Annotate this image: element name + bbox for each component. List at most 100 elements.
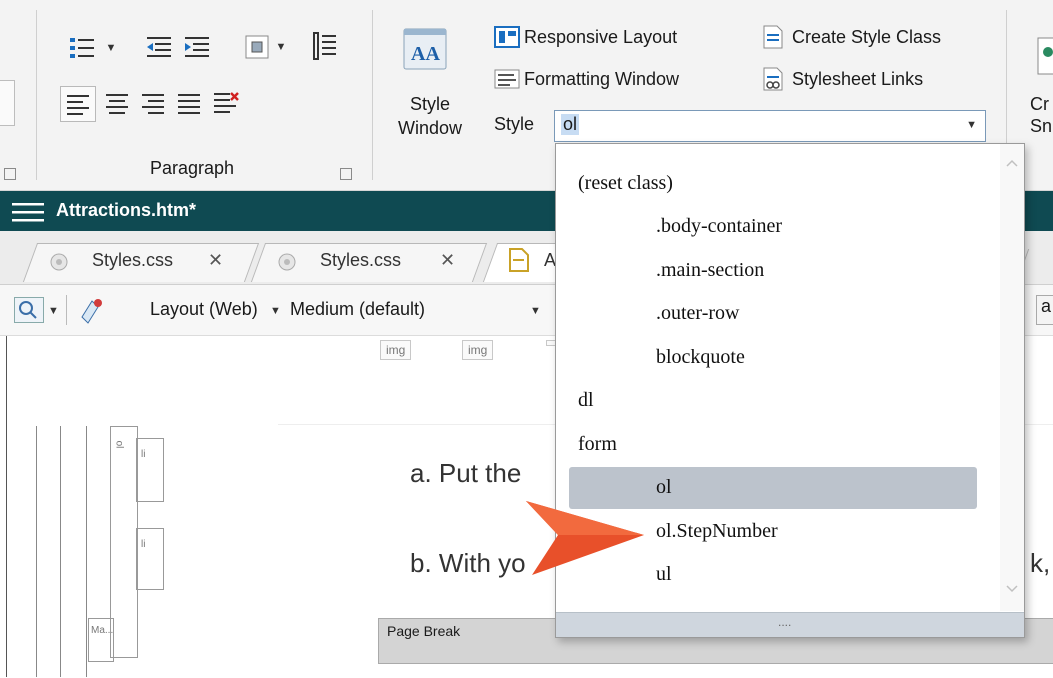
- img-tag-marker[interactable]: img: [380, 340, 412, 360]
- style-option[interactable]: blockquote: [556, 336, 996, 378]
- document-title: Attractions.htm*: [56, 200, 197, 220]
- style-option-label: .outer-row: [656, 302, 740, 324]
- li-structure-block[interactable]: li: [136, 528, 164, 590]
- css-file-icon: [278, 253, 296, 271]
- formatting-window-icon: [494, 69, 520, 89]
- formatting-window-label: Formatting Window: [524, 68, 680, 89]
- chevron-down-icon: ▼: [105, 42, 117, 54]
- style-option[interactable]: dl: [556, 380, 996, 422]
- step-b[interactable]: b. With yo: [410, 548, 526, 579]
- resize-grip-icon: ....: [778, 615, 792, 629]
- dropdown-resize-grip[interactable]: ....: [556, 612, 1024, 637]
- step-a[interactable]: a. Put the: [410, 458, 521, 489]
- toolbar-separator: [66, 295, 67, 325]
- structure-line: [36, 426, 37, 677]
- style-combo-value[interactable]: ol: [561, 114, 580, 135]
- step-b-tail[interactable]: k,: [1030, 548, 1050, 579]
- style-option-label: .main-section: [656, 258, 765, 281]
- style-option[interactable]: form: [556, 423, 996, 465]
- prev-group-dialog-launcher[interactable]: [4, 168, 16, 180]
- svg-text:AA: AA: [411, 43, 440, 65]
- structure-line: [6, 336, 7, 677]
- justify-button[interactable]: [172, 86, 206, 120]
- style-option[interactable]: (reset class): [556, 162, 996, 204]
- create-style-class-button[interactable]: Create Style Class: [760, 22, 941, 52]
- style-combo[interactable]: ol ▼: [554, 110, 986, 142]
- paragraph-box-button[interactable]: [308, 28, 342, 64]
- style-window-label-1: Style: [410, 94, 451, 114]
- style-option-label: form: [578, 432, 617, 455]
- html-file-icon: [509, 248, 529, 272]
- bullet-list-button[interactable]: ▼: [62, 30, 122, 66]
- create-style-class-icon: [763, 25, 783, 49]
- borders-shading-icon: [245, 35, 269, 59]
- structure-line: [60, 426, 61, 677]
- style-option-label: ul: [656, 563, 672, 585]
- clear-alignment-button[interactable]: [208, 86, 244, 120]
- paragraph-dialog-launcher[interactable]: [340, 168, 352, 180]
- clear-alignment-icon: [214, 92, 239, 113]
- ol-structure-block[interactable]: ol: [110, 426, 138, 658]
- align-center-button[interactable]: [100, 86, 134, 120]
- medium-dropdown[interactable]: Medium (default): [290, 299, 425, 320]
- group-separator: [36, 10, 37, 180]
- decrease-indent-icon: [147, 37, 171, 57]
- ribbon-partial-control[interactable]: [0, 80, 15, 126]
- conditions-icon[interactable]: [78, 295, 108, 325]
- align-right-icon: [142, 94, 164, 114]
- li-structure-block[interactable]: li: [136, 438, 164, 502]
- callout-arrow-icon: [526, 501, 644, 575]
- style-window-icon: AA: [403, 28, 447, 70]
- ma-tag: Ma...: [91, 625, 114, 636]
- formatting-window-button[interactable]: Formatting Window: [494, 64, 679, 94]
- style-option-label: dl: [578, 389, 594, 411]
- scroll-down-icon[interactable]: [1006, 584, 1018, 594]
- ol-tag: ol: [113, 440, 125, 449]
- create-snippet-label-1[interactable]: Cr: [1030, 94, 1049, 115]
- increase-indent-button[interactable]: [180, 30, 214, 64]
- align-right-button[interactable]: [136, 86, 170, 120]
- scroll-up-icon[interactable]: [1006, 158, 1018, 168]
- align-left-button[interactable]: [60, 86, 96, 122]
- view-mode-button[interactable]: [14, 297, 44, 323]
- tab-label[interactable]: Styles.css: [92, 250, 173, 271]
- group-separator: [372, 10, 373, 180]
- style-option[interactable]: .outer-row: [556, 293, 996, 335]
- responsive-layout-button[interactable]: Responsive Layout: [494, 22, 677, 52]
- stylesheet-links-icon: [763, 67, 783, 91]
- layout-mode-dropdown[interactable]: Layout (Web): [150, 299, 258, 320]
- decrease-indent-button[interactable]: [142, 30, 176, 64]
- tab-label[interactable]: Styles.css: [320, 250, 401, 271]
- style-option-label: blockquote: [656, 345, 745, 368]
- page-break-label: Page Break: [387, 623, 461, 639]
- img-tag-marker[interactable]: img: [462, 340, 494, 360]
- stylesheet-links-button[interactable]: Stylesheet Links: [760, 64, 923, 94]
- partial-toolbar-button[interactable]: a: [1036, 295, 1053, 325]
- borders-shading-button[interactable]: ▼: [236, 30, 294, 64]
- chevron-down-icon[interactable]: ▼: [48, 305, 59, 317]
- align-left-icon: [67, 95, 89, 115]
- style-option-label: .body-container: [656, 215, 783, 237]
- bullet-list-icon: [69, 38, 94, 58]
- responsive-layout-label: Responsive Layout: [524, 26, 678, 47]
- dropdown-scrollbar[interactable]: [1000, 144, 1024, 611]
- style-option[interactable]: .body-container: [556, 206, 996, 248]
- ma-structure-block[interactable]: Ma...: [88, 618, 114, 662]
- li-tag: li: [141, 539, 146, 550]
- style-option-label: ol.StepNumber: [656, 519, 778, 542]
- hamburger-menu-icon[interactable]: [12, 201, 46, 223]
- style-option-label: ol: [656, 476, 672, 498]
- style-combo-label: Style: [494, 114, 535, 134]
- style-option-label: (reset class): [578, 171, 673, 194]
- style-option[interactable]: .main-section: [556, 249, 996, 291]
- responsive-layout-icon: [494, 26, 520, 48]
- chevron-down-icon[interactable]: ▼: [530, 305, 541, 317]
- structure-line: [86, 426, 87, 677]
- create-snippet-label-2[interactable]: Sni: [1030, 116, 1053, 137]
- close-icon[interactable]: ✕: [440, 250, 455, 271]
- chevron-down-icon[interactable]: ▼: [966, 119, 977, 131]
- align-center-icon: [106, 94, 128, 114]
- chevron-down-icon[interactable]: ▼: [270, 305, 281, 317]
- close-icon[interactable]: ✕: [208, 250, 223, 271]
- style-window-button[interactable]: AA Style Window: [398, 24, 476, 144]
